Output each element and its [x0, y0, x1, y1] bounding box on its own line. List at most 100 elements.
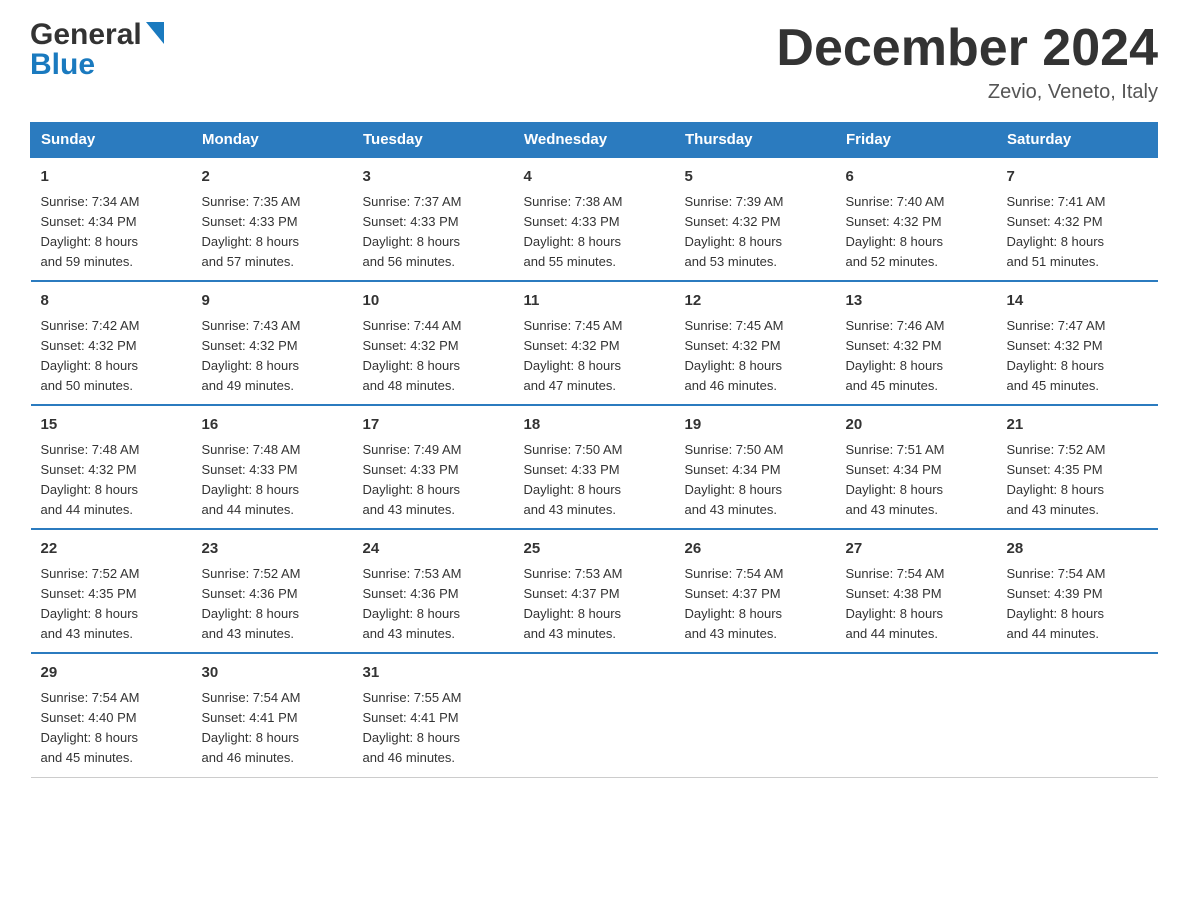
calendar-cell: 25 Sunrise: 7:53 AMSunset: 4:37 PMDaylig…	[514, 529, 675, 653]
day-number: 18	[524, 414, 665, 437]
day-number: 5	[685, 166, 826, 189]
calendar-cell: 27 Sunrise: 7:54 AMSunset: 4:38 PMDaylig…	[836, 529, 997, 653]
day-info: Sunrise: 7:54 AMSunset: 4:40 PMDaylight:…	[41, 690, 140, 765]
calendar-cell: 21 Sunrise: 7:52 AMSunset: 4:35 PMDaylig…	[997, 405, 1158, 529]
weekday-header-tuesday: Tuesday	[353, 123, 514, 158]
day-info: Sunrise: 7:51 AMSunset: 4:34 PMDaylight:…	[846, 442, 945, 517]
weekday-header-row: SundayMondayTuesdayWednesdayThursdayFrid…	[31, 123, 1158, 158]
calendar-cell: 24 Sunrise: 7:53 AMSunset: 4:36 PMDaylig…	[353, 529, 514, 653]
calendar-cell: 19 Sunrise: 7:50 AMSunset: 4:34 PMDaylig…	[675, 405, 836, 529]
day-info: Sunrise: 7:39 AMSunset: 4:32 PMDaylight:…	[685, 194, 784, 269]
day-info: Sunrise: 7:52 AMSunset: 4:36 PMDaylight:…	[202, 566, 301, 641]
day-info: Sunrise: 7:46 AMSunset: 4:32 PMDaylight:…	[846, 318, 945, 393]
day-info: Sunrise: 7:55 AMSunset: 4:41 PMDaylight:…	[363, 690, 462, 765]
calendar-cell: 6 Sunrise: 7:40 AMSunset: 4:32 PMDayligh…	[836, 157, 997, 281]
day-number: 24	[363, 538, 504, 561]
day-info: Sunrise: 7:40 AMSunset: 4:32 PMDaylight:…	[846, 194, 945, 269]
day-info: Sunrise: 7:54 AMSunset: 4:41 PMDaylight:…	[202, 690, 301, 765]
weekday-header-thursday: Thursday	[675, 123, 836, 158]
day-number: 28	[1007, 538, 1148, 561]
calendar-cell: 26 Sunrise: 7:54 AMSunset: 4:37 PMDaylig…	[675, 529, 836, 653]
calendar-cell: 13 Sunrise: 7:46 AMSunset: 4:32 PMDaylig…	[836, 281, 997, 405]
calendar-cell	[997, 653, 1158, 777]
day-number: 4	[524, 166, 665, 189]
day-info: Sunrise: 7:54 AMSunset: 4:38 PMDaylight:…	[846, 566, 945, 641]
weekday-header-wednesday: Wednesday	[514, 123, 675, 158]
day-info: Sunrise: 7:50 AMSunset: 4:34 PMDaylight:…	[685, 442, 784, 517]
day-number: 27	[846, 538, 987, 561]
weekday-header-saturday: Saturday	[997, 123, 1158, 158]
day-info: Sunrise: 7:38 AMSunset: 4:33 PMDaylight:…	[524, 194, 623, 269]
day-number: 21	[1007, 414, 1148, 437]
day-info: Sunrise: 7:48 AMSunset: 4:32 PMDaylight:…	[41, 442, 140, 517]
calendar-cell: 14 Sunrise: 7:47 AMSunset: 4:32 PMDaylig…	[997, 281, 1158, 405]
calendar-cell: 28 Sunrise: 7:54 AMSunset: 4:39 PMDaylig…	[997, 529, 1158, 653]
calendar-cell: 7 Sunrise: 7:41 AMSunset: 4:32 PMDayligh…	[997, 157, 1158, 281]
day-number: 7	[1007, 166, 1148, 189]
day-number: 2	[202, 166, 343, 189]
calendar-cell: 22 Sunrise: 7:52 AMSunset: 4:35 PMDaylig…	[31, 529, 192, 653]
calendar-cell: 4 Sunrise: 7:38 AMSunset: 4:33 PMDayligh…	[514, 157, 675, 281]
day-number: 23	[202, 538, 343, 561]
calendar-cell: 5 Sunrise: 7:39 AMSunset: 4:32 PMDayligh…	[675, 157, 836, 281]
weekday-header-sunday: Sunday	[31, 123, 192, 158]
calendar-cell: 10 Sunrise: 7:44 AMSunset: 4:32 PMDaylig…	[353, 281, 514, 405]
calendar-cell: 1 Sunrise: 7:34 AMSunset: 4:34 PMDayligh…	[31, 157, 192, 281]
logo-blue: Blue	[30, 48, 95, 81]
calendar-cell: 29 Sunrise: 7:54 AMSunset: 4:40 PMDaylig…	[31, 653, 192, 777]
day-info: Sunrise: 7:50 AMSunset: 4:33 PMDaylight:…	[524, 442, 623, 517]
day-info: Sunrise: 7:44 AMSunset: 4:32 PMDaylight:…	[363, 318, 462, 393]
day-info: Sunrise: 7:35 AMSunset: 4:33 PMDaylight:…	[202, 194, 301, 269]
day-number: 22	[41, 538, 182, 561]
logo-arrow-icon	[144, 24, 164, 46]
day-number: 11	[524, 290, 665, 313]
calendar-title: December 2024	[776, 20, 1158, 77]
day-number: 20	[846, 414, 987, 437]
day-info: Sunrise: 7:41 AMSunset: 4:32 PMDaylight:…	[1007, 194, 1106, 269]
calendar-week-row: 8 Sunrise: 7:42 AMSunset: 4:32 PMDayligh…	[31, 281, 1158, 405]
weekday-header-friday: Friday	[836, 123, 997, 158]
calendar-week-row: 15 Sunrise: 7:48 AMSunset: 4:32 PMDaylig…	[31, 405, 1158, 529]
calendar-cell: 11 Sunrise: 7:45 AMSunset: 4:32 PMDaylig…	[514, 281, 675, 405]
day-info: Sunrise: 7:53 AMSunset: 4:37 PMDaylight:…	[524, 566, 623, 641]
day-info: Sunrise: 7:54 AMSunset: 4:37 PMDaylight:…	[685, 566, 784, 641]
day-number: 17	[363, 414, 504, 437]
calendar-cell: 8 Sunrise: 7:42 AMSunset: 4:32 PMDayligh…	[31, 281, 192, 405]
day-number: 26	[685, 538, 826, 561]
day-number: 8	[41, 290, 182, 313]
day-info: Sunrise: 7:42 AMSunset: 4:32 PMDaylight:…	[41, 318, 140, 393]
calendar-subtitle: Zevio, Veneto, Italy	[776, 81, 1158, 104]
calendar-cell: 31 Sunrise: 7:55 AMSunset: 4:41 PMDaylig…	[353, 653, 514, 777]
day-number: 29	[41, 662, 182, 685]
day-number: 10	[363, 290, 504, 313]
day-info: Sunrise: 7:43 AMSunset: 4:32 PMDaylight:…	[202, 318, 301, 393]
calendar-week-row: 22 Sunrise: 7:52 AMSunset: 4:35 PMDaylig…	[31, 529, 1158, 653]
day-info: Sunrise: 7:37 AMSunset: 4:33 PMDaylight:…	[363, 194, 462, 269]
day-info: Sunrise: 7:34 AMSunset: 4:34 PMDaylight:…	[41, 194, 140, 269]
calendar-cell: 3 Sunrise: 7:37 AMSunset: 4:33 PMDayligh…	[353, 157, 514, 281]
day-number: 14	[1007, 290, 1148, 313]
calendar-cell: 23 Sunrise: 7:52 AMSunset: 4:36 PMDaylig…	[192, 529, 353, 653]
day-number: 12	[685, 290, 826, 313]
day-info: Sunrise: 7:53 AMSunset: 4:36 PMDaylight:…	[363, 566, 462, 641]
day-info: Sunrise: 7:52 AMSunset: 4:35 PMDaylight:…	[41, 566, 140, 641]
day-info: Sunrise: 7:45 AMSunset: 4:32 PMDaylight:…	[524, 318, 623, 393]
calendar-cell	[836, 653, 997, 777]
calendar-cell: 30 Sunrise: 7:54 AMSunset: 4:41 PMDaylig…	[192, 653, 353, 777]
day-number: 31	[363, 662, 504, 685]
page-header: General Blue December 2024 Zevio, Veneto…	[30, 20, 1158, 104]
calendar-week-row: 29 Sunrise: 7:54 AMSunset: 4:40 PMDaylig…	[31, 653, 1158, 777]
calendar-cell: 17 Sunrise: 7:49 AMSunset: 4:33 PMDaylig…	[353, 405, 514, 529]
day-number: 1	[41, 166, 182, 189]
day-info: Sunrise: 7:49 AMSunset: 4:33 PMDaylight:…	[363, 442, 462, 517]
calendar-cell	[675, 653, 836, 777]
title-block: December 2024 Zevio, Veneto, Italy	[776, 20, 1158, 104]
calendar-cell: 15 Sunrise: 7:48 AMSunset: 4:32 PMDaylig…	[31, 405, 192, 529]
calendar-cell: 16 Sunrise: 7:48 AMSunset: 4:33 PMDaylig…	[192, 405, 353, 529]
day-number: 25	[524, 538, 665, 561]
day-number: 13	[846, 290, 987, 313]
calendar-cell: 18 Sunrise: 7:50 AMSunset: 4:33 PMDaylig…	[514, 405, 675, 529]
day-number: 16	[202, 414, 343, 437]
day-number: 3	[363, 166, 504, 189]
day-number: 6	[846, 166, 987, 189]
